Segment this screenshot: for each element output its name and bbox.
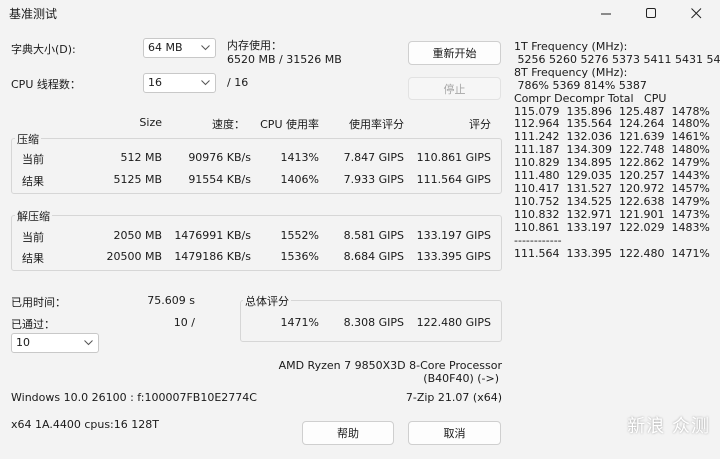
passes-select[interactable]: 10 xyxy=(11,333,99,353)
decompress-current-usage: 1552% xyxy=(280,229,319,242)
log-line: 8T Frequency (MHz): xyxy=(514,65,628,79)
threads-select[interactable]: 16 xyxy=(143,73,216,93)
threads-value: 16 xyxy=(148,76,162,89)
cpu-id: (B40F40) (->) xyxy=(423,372,499,385)
compress-result-usage: 1406% xyxy=(280,173,319,186)
compress-result-label: 结果 xyxy=(22,175,44,188)
compress-label: 压缩 xyxy=(15,131,41,147)
window-title: 基准测试 xyxy=(9,7,58,21)
stop-button-label: 停止 xyxy=(443,82,466,96)
col-cpu-usage: CPU 使用率 xyxy=(260,118,319,131)
minimize-icon xyxy=(600,13,611,14)
log-line: ------------ xyxy=(514,233,562,247)
threads-label: CPU 线程数： xyxy=(11,78,81,91)
dictionary-value: 64 MB xyxy=(148,41,183,54)
log-line: 786% 5369 814% 5387 xyxy=(514,78,647,92)
col-size: Size xyxy=(139,116,162,129)
help-button-label: 帮助 xyxy=(337,427,359,440)
compress-result-size: 5125 MB xyxy=(113,173,162,186)
decompress-current-rating: 133.197 GIPS xyxy=(416,229,491,242)
dictionary-select[interactable]: 64 MB xyxy=(143,38,216,58)
log-line: 111.564 133.395 122.480 1471% xyxy=(514,246,710,260)
decompress-label: 解压缩 xyxy=(15,208,52,224)
decompress-result-rpu: 8.684 GIPS xyxy=(343,250,404,263)
minimize-button[interactable] xyxy=(586,2,626,24)
compress-current-usage: 1413% xyxy=(280,151,319,164)
maximize-button[interactable] xyxy=(631,2,671,24)
title-bar: 基准测试 xyxy=(0,0,720,26)
stop-button[interactable]: 停止 xyxy=(408,77,501,100)
decompress-result-speed: 1479186 KB/s xyxy=(174,250,251,263)
log-line: Compr Decompr Total CPU xyxy=(514,91,667,105)
log-line: 5256 5260 5276 5373 5411 5431 5497 xyxy=(514,52,720,66)
compress-current-rpu: 7.847 GIPS xyxy=(343,151,404,164)
decompress-result-rating: 133.395 GIPS xyxy=(416,250,491,263)
compress-current-rating: 110.861 GIPS xyxy=(416,151,491,164)
log-line: 110.752 134.525 122.638 1479% xyxy=(514,194,710,208)
compress-current-size: 512 MB xyxy=(120,151,162,164)
log-line: 110.861 133.197 122.029 1483% xyxy=(514,220,710,234)
memory-value: 6520 MB / 31526 MB xyxy=(227,53,342,66)
decompress-current-label: 当前 xyxy=(22,231,44,244)
arch-info: x64 1A.4400 cpus:16 128T xyxy=(11,418,159,431)
log-line: 110.832 132.971 121.901 1473% xyxy=(514,207,710,221)
help-button[interactable]: 帮助 xyxy=(302,421,394,445)
elapsed-value: 75.609 s xyxy=(147,294,195,307)
cpu-name: AMD Ryzen 7 9850X3D 8-Core Processor xyxy=(278,359,502,372)
compress-result-speed: 91554 KB/s xyxy=(188,173,251,186)
compress-current-label: 当前 xyxy=(22,153,44,166)
chevron-down-icon xyxy=(84,340,93,346)
compress-current-speed: 90976 KB/s xyxy=(188,151,251,164)
close-icon xyxy=(690,7,701,18)
total-usage: 1471% xyxy=(280,316,319,329)
passes-label: 已通过： xyxy=(11,318,55,331)
col-rating-per-usage: 使用率评分 xyxy=(349,118,404,131)
restart-button[interactable]: 重新开始 xyxy=(408,41,501,65)
decompress-result-usage: 1536% xyxy=(280,250,319,263)
threads-total: / 16 xyxy=(227,76,249,89)
compress-result-rpu: 7.933 GIPS xyxy=(343,173,404,186)
total-rpu: 8.308 GIPS xyxy=(343,316,404,329)
close-button[interactable] xyxy=(676,2,716,24)
col-rating: 评分 xyxy=(469,118,491,131)
decompress-current-rpu: 8.581 GIPS xyxy=(343,229,404,242)
compress-result-rating: 111.564 GIPS xyxy=(416,173,491,186)
decompress-result-size: 20500 MB xyxy=(106,250,162,263)
decompress-current-size: 2050 MB xyxy=(113,229,162,242)
passes-value: 10 / xyxy=(173,316,195,329)
total-label: 总体评分 xyxy=(243,293,291,309)
chevron-down-icon xyxy=(201,80,210,86)
memory-label: 内存使用： xyxy=(227,39,282,52)
passes-select-value: 10 xyxy=(16,336,30,349)
maximize-icon xyxy=(645,7,656,18)
chevron-down-icon xyxy=(201,45,210,51)
zip-version: 7-Zip 21.07 (x64) xyxy=(405,391,502,404)
log-line: 1T Frequency (MHz): xyxy=(514,40,628,53)
elapsed-label: 已用时间： xyxy=(11,296,66,309)
decompress-result-label: 结果 xyxy=(22,252,44,265)
cancel-button-label: 取消 xyxy=(443,427,466,440)
col-speed: 速度： xyxy=(212,118,245,131)
watermark: 新浪 众测 xyxy=(627,416,710,437)
os-info: Windows 10.0 26100 : f:100007FB10E2774C xyxy=(11,391,257,404)
cancel-button[interactable]: 取消 xyxy=(408,421,501,445)
dictionary-label: 字典大小(D): xyxy=(11,43,76,56)
decompress-current-speed: 1476991 KB/s xyxy=(174,229,251,242)
log-line: 110.417 131.527 120.972 1457% xyxy=(514,181,710,195)
benchmark-log: 1T Frequency (MHz): 5256 5260 5276 5373 … xyxy=(514,40,720,260)
total-rating: 122.480 GIPS xyxy=(416,316,491,329)
restart-button-label: 重新开始 xyxy=(432,47,477,60)
